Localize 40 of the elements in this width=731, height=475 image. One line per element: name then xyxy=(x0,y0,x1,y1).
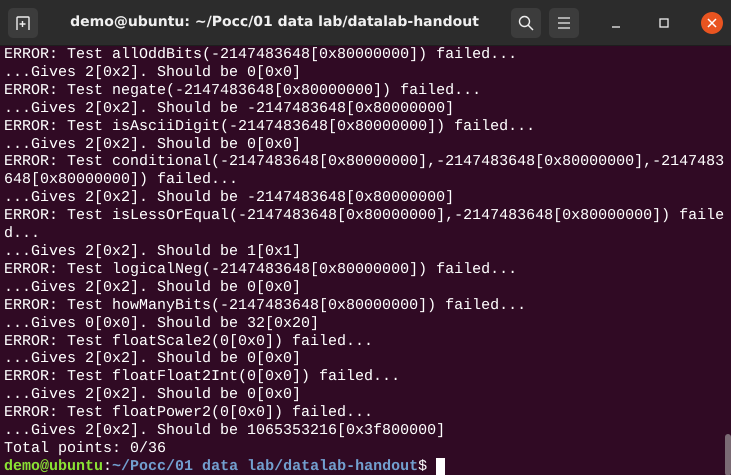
terminal-line: ...Gives 2[0x2]. Should be 1065353216[0x3f800000] xyxy=(4,422,446,440)
terminal-line: Total points: 0/36 xyxy=(4,440,166,458)
search-icon xyxy=(518,14,534,30)
terminal-line: ...Gives 2[0x2]. Should be 0[0x0] xyxy=(4,278,302,297)
minimize-icon xyxy=(611,26,621,28)
terminal-line: ERROR: Test floatPower2(0[0x0]) failed... xyxy=(4,404,374,422)
prompt-path: ~/Pocc/01 data lab/datalab-handout xyxy=(112,458,418,475)
terminal-line: 648[0x80000000]) failed... xyxy=(4,171,238,190)
text-cursor xyxy=(436,458,446,475)
terminal-line: ERROR: Test isLessOrEqual(-2147483648[0x80000000],-2147483648[0x80000000]) faile xyxy=(4,207,724,226)
terminal-line: ...Gives 2[0x2]. Should be 0[0x0] xyxy=(4,64,302,82)
prompt-symbol: $ xyxy=(418,458,428,475)
terminal-line: ...Gives 2[0x2]. Should be -2147483648[0x80000000] xyxy=(4,189,454,208)
terminal-line: ...Gives 0[0x0]. Should be 32[0x20] xyxy=(4,314,320,332)
menu-button[interactable] xyxy=(549,8,579,38)
terminal-line: ERROR: Test conditional(-2147483648[0x80000000],-2147483648[0x80000000],-2147483 xyxy=(4,153,724,172)
terminal-line: ...Gives 2[0x2]. Should be -2147483648[0x80000000] xyxy=(4,100,454,118)
terminal-line: ERROR: Test negate(-2147483648[0x80000000]) failed... xyxy=(4,82,482,100)
terminal-line: ...Gives 2[0x2]. Should be 0[0x0] xyxy=(4,350,302,368)
close-icon xyxy=(707,18,717,28)
close-button[interactable] xyxy=(701,12,723,34)
new-tab-button[interactable] xyxy=(8,8,38,38)
new-tab-icon xyxy=(15,14,31,30)
terminal-line: ERROR: Test howManyBits(-2147483648[0x80000000]) failed... xyxy=(4,296,526,315)
window-title: demo@ubuntu: ~/Pocc/01 data lab/datalab-handout xyxy=(69,13,480,32)
prompt-separator: : xyxy=(103,458,112,475)
terminal-line: ...Gives 2[0x2]. Should be 0[0x0] xyxy=(4,136,302,154)
terminal-line: ...Gives 2[0x2]. Should be 0[0x0] xyxy=(4,386,302,404)
terminal-line: ERROR: Test logicalNeg(-2147483648[0x80000000]) failed... xyxy=(4,260,518,279)
prompt-user-host: demo@ubuntu xyxy=(4,458,104,475)
terminal-line: ERROR: Test floatScale2(0[0x0]) failed... xyxy=(4,332,374,350)
terminal-line: d... xyxy=(4,225,40,243)
terminal-line: ERROR: Test isAsciiDigit(-2147483648[0x80000000]) failed... xyxy=(4,118,536,136)
terminal-line: ...Gives 2[0x2]. Should be 1[0x1] xyxy=(4,242,302,261)
maximize-icon xyxy=(659,18,669,28)
menu-icon xyxy=(557,16,571,28)
terminal-line: ERROR: Test floatFloat2Int(0[0x0]) failed... xyxy=(4,368,400,386)
terminal-line: ERROR: Test allOddBits(-2147483648[0x80000000]) failed... xyxy=(4,46,518,64)
scrollbar-thumb[interactable] xyxy=(725,434,731,475)
search-button[interactable] xyxy=(511,8,541,38)
